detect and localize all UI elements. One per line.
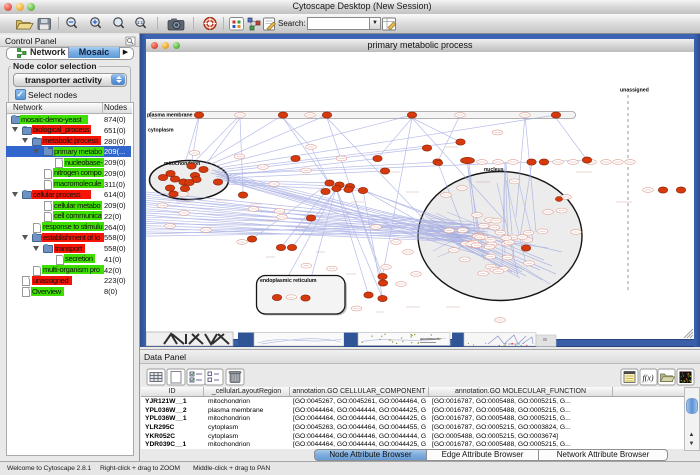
svg-text:unassigned: unassigned [620,88,649,94]
svg-text:1:1: 1:1 [137,20,144,25]
svg-text:endoplasmic reticulum: endoplasmic reticulum [260,278,317,284]
svg-text:f(x): f(x) [642,374,653,383]
svg-text:cytoplasm: cytoplasm [148,128,174,134]
svg-text:nucleus: nucleus [484,167,504,173]
svg-text:plasma membrane: plasma membrane [147,113,193,119]
